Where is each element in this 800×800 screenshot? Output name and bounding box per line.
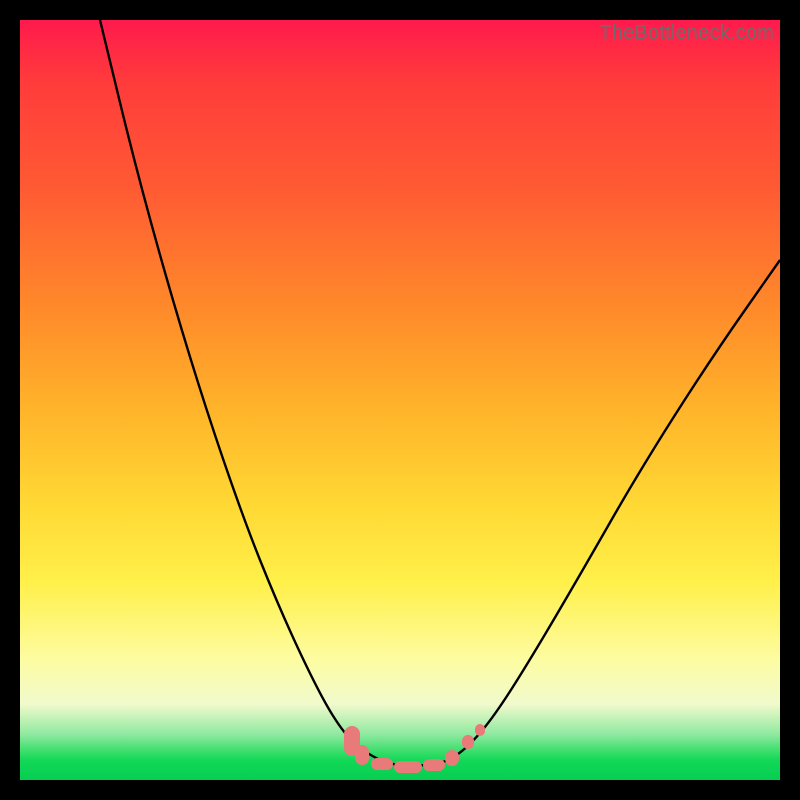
right-curve (450, 260, 780, 760)
curve-layer (20, 20, 780, 780)
valley-marker (445, 750, 459, 766)
left-curve (100, 20, 380, 760)
valley-marker (371, 758, 393, 770)
chart-frame: TheBottleneck.com (20, 20, 780, 780)
valley-marker (423, 759, 445, 771)
valley-marker (355, 745, 369, 765)
watermark-text: TheBottleneck.com (599, 22, 774, 45)
valley-marker (475, 724, 485, 736)
valley-marker (462, 735, 474, 749)
valley-marker (394, 761, 422, 773)
